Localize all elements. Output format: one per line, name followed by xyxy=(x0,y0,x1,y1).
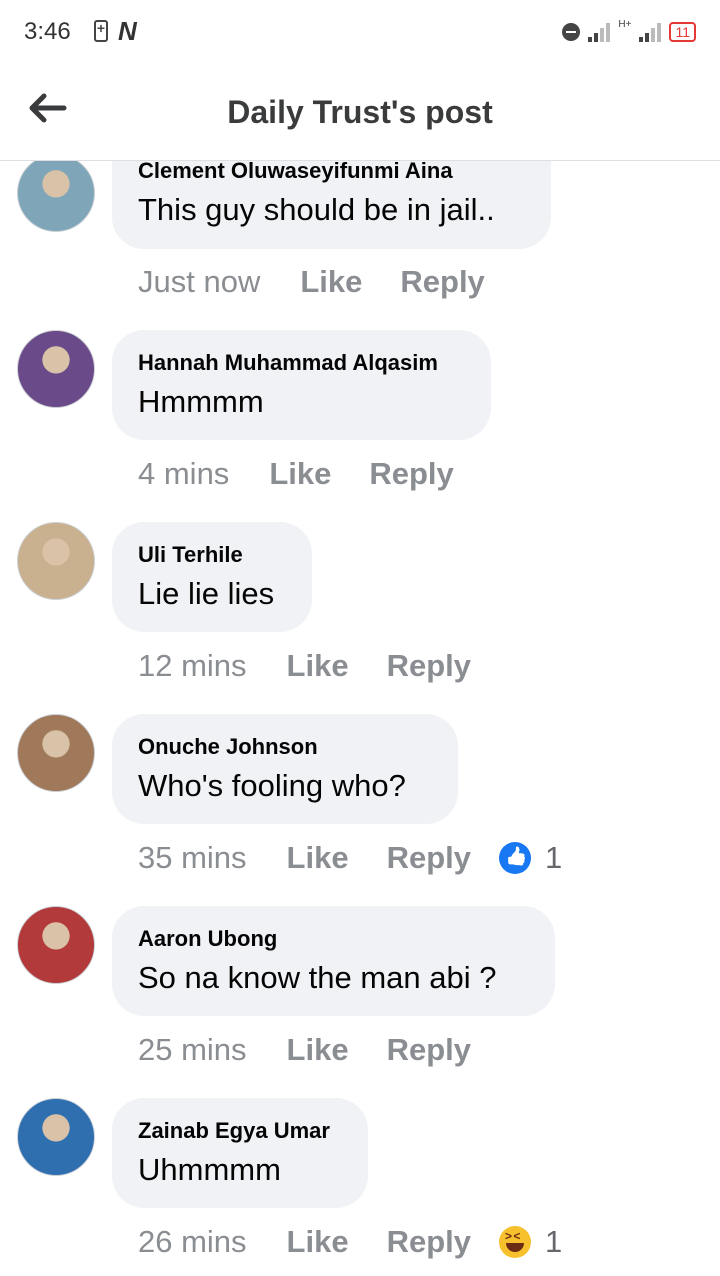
comment-bubble[interactable]: Zainab Egya Umar Uhmmmm xyxy=(112,1098,368,1208)
comment-text: So na know the man abi ? xyxy=(138,960,497,995)
like-button[interactable]: Like xyxy=(287,840,349,876)
comment-timestamp[interactable]: 26 mins xyxy=(138,1224,247,1260)
comment-actions: 12 mins Like Reply xyxy=(138,648,509,684)
commenter-name[interactable]: Aaron Ubong xyxy=(138,926,277,952)
reply-button[interactable]: Reply xyxy=(369,456,453,492)
comment-text: Who's fooling who? xyxy=(138,768,406,803)
comment-bubble[interactable]: Clement Oluwaseyifunmi Aina This guy sho… xyxy=(112,161,551,249)
comment-actions: 4 mins Like Reply xyxy=(138,456,492,492)
comments-list: Clement Oluwaseyifunmi Aina This guy sho… xyxy=(0,161,720,1276)
reaction-count: 1 xyxy=(545,840,563,875)
battery-icon: 11 xyxy=(669,22,696,42)
battery-saver-icon xyxy=(94,20,108,42)
notification-app-icon: N xyxy=(118,16,137,46)
commenter-name[interactable]: Onuche Johnson xyxy=(138,734,318,760)
signal-icon xyxy=(588,22,611,42)
reply-button[interactable]: Reply xyxy=(387,648,471,684)
reaction-summary[interactable]: 1 xyxy=(499,1224,562,1260)
network-type-icon: H+ xyxy=(618,18,632,30)
avatar[interactable] xyxy=(17,161,95,232)
avatar[interactable] xyxy=(17,906,95,984)
comment-actions: 26 mins Like Reply 1 xyxy=(138,1224,562,1260)
comment-actions: 35 mins Like Reply 1 xyxy=(138,840,562,876)
comment-text: Lie lie lies xyxy=(138,576,275,611)
commenter-name[interactable]: Clement Oluwaseyifunmi Aina xyxy=(138,161,453,184)
page-title: Daily Trust's post xyxy=(227,94,493,130)
comment-actions: 25 mins Like Reply xyxy=(138,1032,509,1068)
reaction-count: 1 xyxy=(545,1224,563,1259)
comment-timestamp[interactable]: 25 mins xyxy=(138,1032,247,1068)
commenter-name[interactable]: Zainab Egya Umar xyxy=(138,1118,330,1144)
comment-bubble[interactable]: Aaron Ubong So na know the man abi ? xyxy=(112,906,555,1016)
like-button[interactable]: Like xyxy=(287,1224,349,1260)
like-reaction-icon xyxy=(499,842,531,874)
reply-button[interactable]: Reply xyxy=(387,1032,471,1068)
like-button[interactable]: Like xyxy=(287,1032,349,1068)
like-button[interactable]: Like xyxy=(269,456,331,492)
app-header: Daily Trust's post xyxy=(0,64,720,161)
like-button[interactable]: Like xyxy=(287,648,349,684)
comment-text: This guy should be in jail.. xyxy=(138,192,495,227)
reply-button[interactable]: Reply xyxy=(387,1224,471,1260)
like-button[interactable]: Like xyxy=(300,264,362,300)
comment-text: Hmmmm xyxy=(138,384,264,419)
avatar[interactable] xyxy=(17,330,95,408)
signal-2-icon xyxy=(639,22,662,42)
haha-reaction-icon xyxy=(499,1226,531,1258)
status-time: 3:46 xyxy=(24,18,71,45)
status-indicators: H+ 11 xyxy=(562,18,696,46)
avatar[interactable] xyxy=(17,522,95,600)
comment-bubble[interactable]: Uli Terhile Lie lie lies xyxy=(112,522,312,632)
do-not-disturb-icon xyxy=(562,23,581,41)
reply-button[interactable]: Reply xyxy=(400,264,484,300)
commenter-name[interactable]: Hannah Muhammad Alqasim xyxy=(138,350,438,376)
reaction-summary[interactable]: 1 xyxy=(499,840,562,876)
avatar[interactable] xyxy=(17,1098,95,1176)
comment-timestamp[interactable]: 4 mins xyxy=(138,456,229,492)
commenter-name[interactable]: Uli Terhile xyxy=(138,542,243,568)
comment-timestamp[interactable]: Just now xyxy=(138,264,260,300)
reply-button[interactable]: Reply xyxy=(387,840,471,876)
comment-bubble[interactable]: Hannah Muhammad Alqasim Hmmmm xyxy=(112,330,491,440)
avatar[interactable] xyxy=(17,714,95,792)
comment-timestamp[interactable]: 12 mins xyxy=(138,648,247,684)
comment-timestamp[interactable]: 35 mins xyxy=(138,840,247,876)
comment-bubble[interactable]: Onuche Johnson Who's fooling who? xyxy=(112,714,458,824)
status-bar: 3:46 N H+ 11 xyxy=(0,0,720,64)
comment-text: Uhmmmm xyxy=(138,1152,281,1187)
comment-actions: Just now Like Reply xyxy=(138,264,523,300)
